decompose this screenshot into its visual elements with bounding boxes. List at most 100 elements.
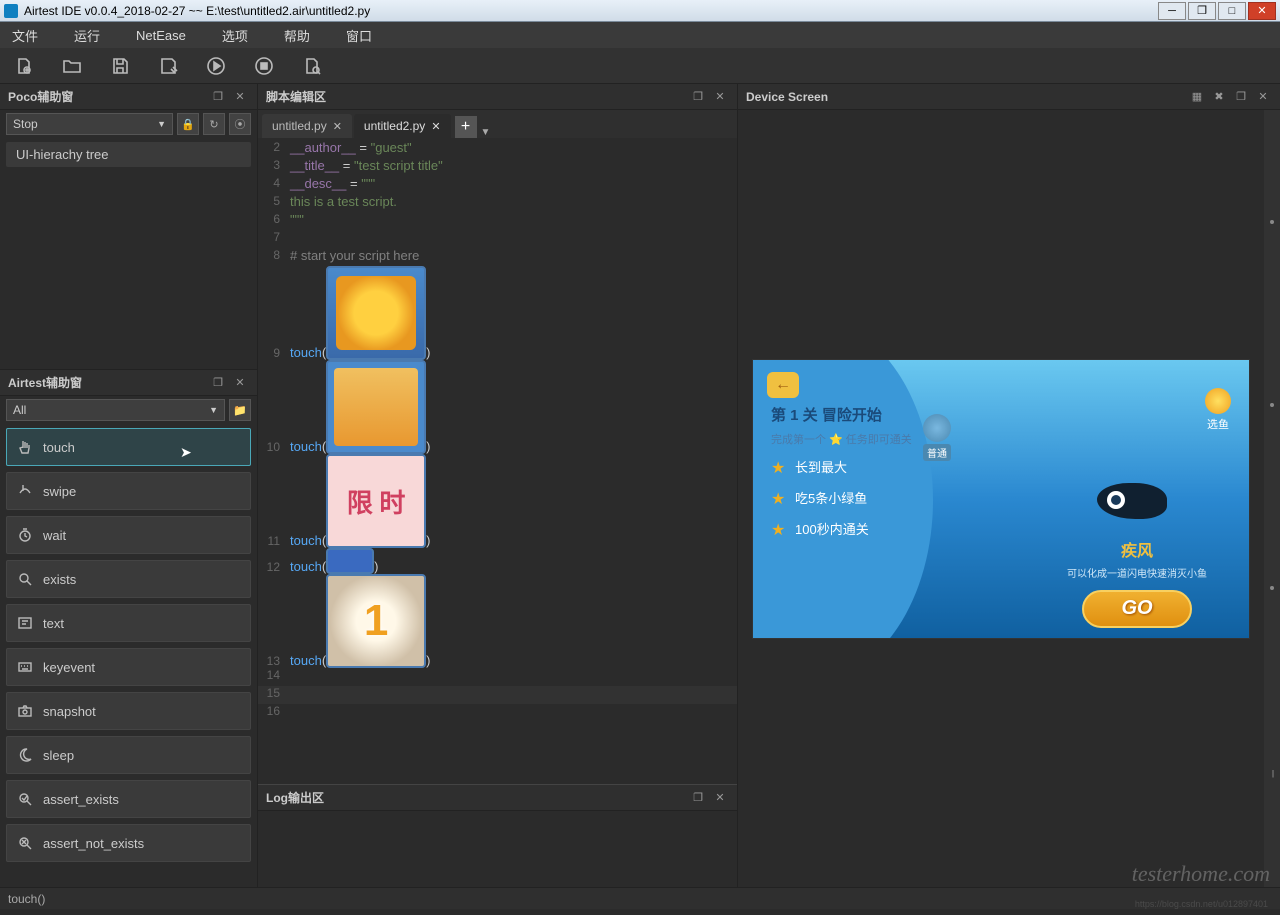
action-keyevent[interactable]: keyevent — [6, 648, 251, 686]
grid-icon[interactable]: ▦ — [1188, 88, 1206, 106]
stop-icon[interactable] — [254, 56, 274, 76]
window-maximize-button[interactable]: □ — [1218, 2, 1246, 20]
clock-icon — [17, 527, 33, 543]
side-dot-icon[interactable] — [1270, 403, 1274, 407]
run-icon[interactable] — [206, 56, 226, 76]
template-image[interactable] — [326, 360, 426, 454]
action-swipe[interactable]: swipe — [6, 472, 251, 510]
window-close-button[interactable]: ✕ — [1248, 2, 1276, 20]
save-icon[interactable] — [110, 56, 130, 76]
action-label: snapshot — [43, 704, 96, 719]
template-image[interactable] — [326, 574, 426, 668]
game-task: 长到最大 — [795, 457, 847, 476]
action-label: assert_exists — [43, 792, 119, 807]
editor-tabs: untitled.py ✕ untitled2.py✕ + ▼ — [258, 110, 737, 138]
device-side-controls: ||| — [1264, 110, 1280, 887]
game-level-subtitle: 完成第一个 ⭐ 任务即可通关 — [771, 431, 912, 447]
action-label: keyevent — [43, 660, 95, 675]
airtest-filter-select[interactable]: All ▼ — [6, 399, 225, 421]
chevron-down-icon: ▼ — [209, 405, 218, 415]
game-task: 吃5条小绿鱼 — [795, 488, 867, 507]
report-icon[interactable] — [302, 56, 322, 76]
template-image[interactable] — [326, 266, 426, 360]
tab-overflow-icon[interactable]: ▼ — [477, 127, 491, 138]
side-dot-icon[interactable] — [1270, 220, 1274, 224]
action-label: text — [43, 616, 64, 631]
window-restore-button[interactable]: ❐ — [1188, 2, 1216, 20]
panel-float-icon[interactable]: ❐ — [689, 789, 707, 807]
hand-icon — [17, 439, 33, 455]
action-exists[interactable]: exists — [6, 560, 251, 598]
device-screen[interactable]: 选鱼 普通 第 1 关 冒险开始 完成第一个 ⭐ 任务即可通关 ★ 长到最大 ★ 吃… — [752, 359, 1250, 639]
menu-bar: 文件 运行 NetEase 选项 帮助 窗口 — [0, 22, 1280, 48]
poco-mode-select[interactable]: Stop ▼ — [6, 113, 173, 135]
action-touch[interactable]: touch — [6, 428, 251, 466]
panel-float-icon[interactable]: ❐ — [209, 374, 227, 392]
game-fish-name: 疾风 — [1037, 537, 1237, 561]
add-tab-button[interactable]: + — [455, 116, 477, 138]
search-icon — [17, 571, 33, 587]
panel-float-icon[interactable]: ❐ — [689, 88, 707, 106]
main-toolbar — [0, 48, 1280, 84]
template-image[interactable] — [326, 454, 426, 548]
action-label: sleep — [43, 748, 74, 763]
action-text[interactable]: text — [6, 604, 251, 642]
record-icon[interactable]: ⦿ — [229, 113, 251, 135]
code-editor[interactable]: 2__author__ = "guest" 3__title__ = "test… — [258, 138, 737, 784]
game-level-title: 第 1 关 冒险开始 — [771, 404, 912, 425]
moon-icon — [17, 747, 33, 763]
action-assert-not-exists[interactable]: assert_not_exists — [6, 824, 251, 862]
action-list: touch swipe wait exists text — [0, 424, 257, 887]
panel-close-icon[interactable]: ✕ — [1254, 88, 1272, 106]
folder-icon[interactable]: 📁 — [229, 399, 251, 421]
log-panel: Log输出区 ❐ ✕ — [258, 784, 737, 887]
menu-file[interactable]: 文件 — [12, 26, 38, 45]
action-wait[interactable]: wait — [6, 516, 251, 554]
poco-mode-value: Stop — [13, 117, 38, 131]
window-title: Airtest IDE v0.0.4_2018-02-27 ~~ E:\test… — [24, 4, 1158, 18]
game-back-button[interactable] — [767, 372, 799, 398]
template-image[interactable] — [326, 548, 374, 574]
star-icon: ★ — [771, 489, 787, 505]
editor-tab-untitled[interactable]: untitled.py ✕ — [262, 114, 352, 138]
new-file-icon[interactable] — [14, 56, 34, 76]
open-folder-icon[interactable] — [62, 56, 82, 76]
text-icon — [17, 615, 33, 631]
game-select-fish[interactable]: 选鱼 — [1205, 388, 1231, 432]
ui-hierarchy-tree-item[interactable]: UI-hierachy tree — [6, 142, 251, 167]
airtest-panel-title: Airtest辅助窗 — [8, 374, 205, 391]
game-go-button[interactable]: GO — [1082, 590, 1192, 628]
menu-options[interactable]: 选项 — [222, 26, 248, 45]
action-sleep[interactable]: sleep — [6, 736, 251, 774]
refresh-icon[interactable]: ↻ — [203, 113, 225, 135]
status-text: touch() — [8, 892, 45, 906]
action-assert-exists[interactable]: assert_exists — [6, 780, 251, 818]
panel-close-icon[interactable]: ✕ — [231, 88, 249, 106]
save-as-icon[interactable] — [158, 56, 178, 76]
tab-label: untitled.py — [272, 119, 327, 133]
lock-icon[interactable]: 🔒 — [177, 113, 199, 135]
action-snapshot[interactable]: snapshot — [6, 692, 251, 730]
panel-close-icon[interactable]: ✕ — [711, 789, 729, 807]
tab-close-icon[interactable]: ✕ — [431, 120, 440, 133]
status-bar: touch() — [0, 887, 1280, 909]
menu-run[interactable]: 运行 — [74, 26, 100, 45]
panel-close-icon[interactable]: ✕ — [231, 374, 249, 392]
side-dot-icon[interactable] — [1270, 586, 1274, 590]
menu-netease[interactable]: NetEase — [136, 28, 186, 43]
tab-close-icon[interactable]: ✕ — [333, 120, 342, 133]
editor-tab-untitled2[interactable]: untitled2.py✕ — [354, 114, 451, 138]
window-minimize-button[interactable]: ─ — [1158, 2, 1186, 20]
assert-not-icon — [17, 835, 33, 851]
panel-float-icon[interactable]: ❐ — [1232, 88, 1250, 106]
tools-icon[interactable]: ✖ — [1210, 88, 1228, 106]
panel-float-icon[interactable]: ❐ — [209, 88, 227, 106]
poco-panel: Poco辅助窗 ❐ ✕ Stop ▼ 🔒 ↻ ⦿ UI-hierachy tre… — [0, 84, 257, 370]
game-task: 100秒内通关 — [795, 519, 869, 538]
menu-window[interactable]: 窗口 — [346, 26, 372, 45]
panel-close-icon[interactable]: ✕ — [711, 88, 729, 106]
star-icon: ★ — [771, 520, 787, 536]
game-difficulty[interactable]: 普通 — [923, 414, 951, 461]
menu-help[interactable]: 帮助 — [284, 26, 310, 45]
assert-icon — [17, 791, 33, 807]
